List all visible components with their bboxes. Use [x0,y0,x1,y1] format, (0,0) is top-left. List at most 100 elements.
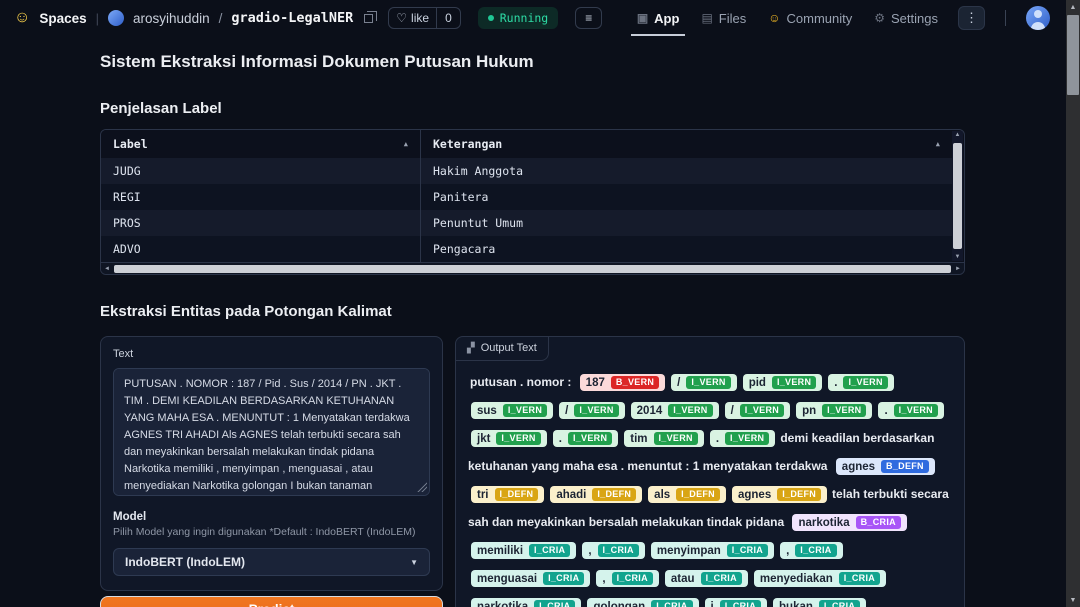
entity-chip[interactable]: memilikiI_CRIA [471,542,576,559]
kebab-icon: ⋮ [965,10,978,26]
scroll-up-icon[interactable]: ▲ [1066,0,1080,14]
owner-avatar[interactable] [108,10,124,26]
entity-chip[interactable]: pnI_VERN [796,402,872,419]
scroll-left-icon[interactable]: ◄ [104,266,110,272]
scroll-right-icon[interactable]: ► [955,266,961,272]
entity-chip[interactable]: golonganI_CRIA [587,598,698,607]
label-cell[interactable]: PROS [101,210,421,236]
entity-token: / [565,405,568,417]
model-dropdown[interactable]: IndoBERT (IndoLEM) ▼ [113,548,430,576]
table-hscroll-thumb[interactable] [114,265,951,273]
entity-chip[interactable]: 187B_VERN [580,374,666,391]
entity-chip[interactable]: alsI_DEFN [648,486,726,503]
nav-tab-files[interactable]: ▤Files [701,0,746,36]
settings-gear-icon: ⚙ [874,12,885,24]
entity-chip[interactable]: menyediakanI_CRIA [754,570,886,587]
entity-chip[interactable]: 2014I_VERN [631,402,719,419]
label-cell[interactable]: REGI [101,184,421,210]
entity-tag-badge: I_CRIA [651,600,692,607]
entity-tag-badge: I_VERN [822,404,866,417]
entity-chip[interactable]: atauI_CRIA [665,570,748,587]
entity-tag-badge: I_DEFN [777,488,821,501]
user-avatar[interactable] [1026,6,1050,30]
label-cell[interactable]: ADVO [101,236,421,262]
scroll-up-icon[interactable]: ▲ [955,132,961,138]
entity-tag-badge: I_VERN [496,432,540,445]
table-vscroll-thumb[interactable] [953,143,962,249]
repo-link[interactable]: gradio-LegalNER [231,10,353,26]
keterangan-cell[interactable]: Panitera [421,184,952,210]
entity-chip[interactable]: /I_VERN [559,402,625,419]
nav-tab-settings[interactable]: ⚙Settings [874,0,938,36]
text-input[interactable]: PUTUSAN . NOMOR : 187 / Pid . Sus / 2014… [113,368,430,496]
entity-tag-badge: I_VERN [503,404,547,417]
owner-link[interactable]: arosyihuddin [133,11,210,26]
nav-tab-community[interactable]: ☺Community [768,0,852,36]
entity-tag-badge: I_VERN [843,376,887,389]
entity-token: narkotika [798,517,849,529]
entity-chip[interactable]: agnesI_DEFN [732,486,827,503]
entity-chip[interactable]: .I_VERN [553,430,619,447]
entity-chip[interactable]: ,I_CRIA [596,570,659,587]
entity-chip[interactable]: .I_VERN [828,374,894,391]
entity-chip[interactable]: /I_VERN [725,402,791,419]
column-header-label: Label [113,137,148,151]
entity-chip[interactable]: menyimpanI_CRIA [651,542,774,559]
entity-token: 187 [586,377,605,389]
page-scrollbar[interactable]: ▲ ▼ [1066,0,1080,607]
label-section-heading: Penjelasan Label [100,100,966,117]
entity-tag-badge: B_DEFN [881,460,929,473]
logs-button[interactable]: ≡ [575,7,602,29]
output-column: ▞ Output Text putusan . nomor : 187B_VER… [455,336,965,607]
page-title: Sistem Ekstraksi Informasi Dokumen Putus… [100,52,966,72]
sort-icon[interactable]: ▲ [936,140,940,148]
entity-chip[interactable]: ,I_CRIA [582,542,645,559]
entity-chip[interactable]: ,I_CRIA [780,542,843,559]
entity-chip[interactable]: narkotikaB_CRIA [792,514,906,531]
like-button[interactable]: ♡ like 0 [388,7,460,29]
entity-chip[interactable]: /I_VERN [671,374,737,391]
page-scroll-thumb[interactable] [1067,15,1079,95]
more-options-button[interactable]: ⋮ [958,6,985,30]
column-header-keterangan[interactable]: Keterangan▲ [421,130,952,158]
entity-chip[interactable]: pidI_VERN [743,374,823,391]
entity-chip[interactable]: iI_CRIA [705,598,768,607]
scroll-down-icon[interactable]: ▼ [1066,593,1080,607]
entity-chip[interactable]: jktI_VERN [471,430,547,447]
like-count[interactable]: 0 [436,8,460,28]
status-badge[interactable]: Running [478,7,558,29]
spaces-link[interactable]: Spaces [39,11,86,26]
chevron-down-icon: ▼ [410,558,418,567]
entity-token: sus [477,405,497,417]
entity-chip[interactable]: .I_VERN [710,430,776,447]
label-cell[interactable]: JUDG [101,158,421,184]
keterangan-cell[interactable]: Hakim Anggota [421,158,952,184]
entity-chip[interactable]: bukanI_CRIA [773,598,866,607]
entity-chip[interactable]: sus I_VERN [471,402,553,419]
table-vertical-scrollbar[interactable]: ▲ ▼ [952,131,963,261]
entity-chip[interactable]: ahadiI_DEFN [550,486,642,503]
entity-token: / [731,405,734,417]
entity-token: narkotika [477,601,528,607]
entity-chip[interactable]: narkotikaI_CRIA [471,598,581,607]
header-brand: ☺ Spaces | arosyihuddin / gradio-LegalNE… [14,7,602,29]
entity-chip[interactable]: menguasaiI_CRIA [471,570,590,587]
keterangan-cell[interactable]: Pengacara [421,236,952,262]
keterangan-cell[interactable]: Penuntut Umum [421,210,952,236]
copy-icon[interactable] [364,14,373,23]
output-text-segment: putusan . nomor : [470,375,571,389]
predict-button[interactable]: Predict [100,596,443,607]
entity-chip[interactable]: timI_VERN [624,430,704,447]
sort-icon[interactable]: ▲ [404,140,408,148]
resize-handle[interactable] [417,482,427,492]
entity-chip[interactable]: .I_VERN [878,402,944,419]
entity-chip[interactable]: triI_DEFN [471,486,544,503]
scroll-down-icon[interactable]: ▼ [955,254,961,260]
entity-tag-badge: I_CRIA [612,572,653,585]
column-header-label[interactable]: Label ▲ [101,130,421,158]
entity-tag-badge: I_CRIA [727,544,768,557]
table-horizontal-scrollbar[interactable]: ◄ ► [101,262,964,274]
text-field-label: Text [113,348,430,360]
nav-tab-app[interactable]: ▣App [637,0,680,36]
entity-chip[interactable]: agnesB_DEFN [836,458,935,475]
